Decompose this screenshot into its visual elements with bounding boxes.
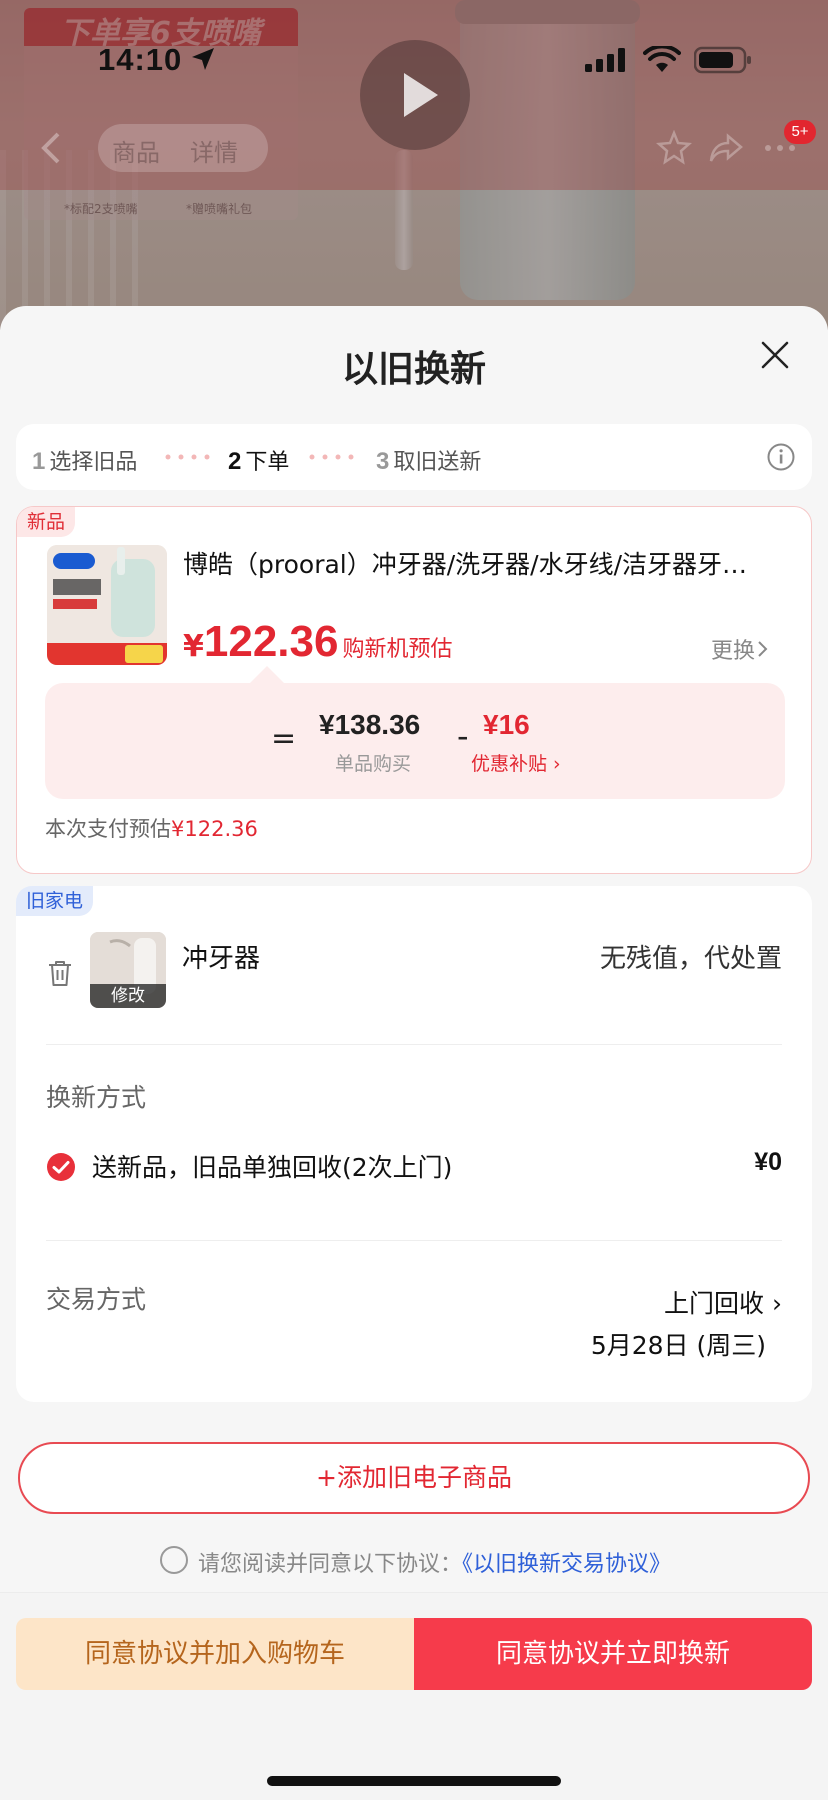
divider (46, 1044, 782, 1045)
old-appliance-value: 无残值，代处置 (599, 944, 782, 974)
home-indicator[interactable] (267, 1776, 561, 1786)
water-flosser-thumbnail-icon (47, 545, 167, 665)
agree-add-to-cart-button[interactable]: 同意协议并加入购物车 (16, 1618, 414, 1690)
wifi-icon (643, 46, 681, 72)
breakdown-caret (250, 666, 284, 700)
video-play-button[interactable] (360, 40, 470, 150)
trade-method-selector[interactable]: 上门回收 › (664, 1284, 782, 1320)
step-1: 1 选择旧品 (32, 448, 138, 475)
info-icon[interactable] (766, 442, 796, 472)
back-arrow-icon (41, 132, 60, 164)
sheet-title: 以旧换新 (341, 349, 486, 390)
new-product-tag: 新品 (17, 507, 76, 537)
chevron-right-icon (758, 641, 768, 657)
change-product-button[interactable]: 更换 (711, 633, 769, 665)
share-icon (709, 133, 743, 162)
agree-exchange-now-button[interactable]: 同意协议并立即换新 (414, 1618, 812, 1690)
payment-estimate-label: 本次支付预估 (45, 817, 171, 841)
add-old-electronics-button[interactable]: +添加旧电子商品 (18, 1442, 810, 1514)
progress-steps: 1 选择旧品 2 下单 3 取旧送新 (16, 424, 812, 490)
equals-sign: = (271, 721, 297, 756)
price-value: 122.36 (203, 617, 339, 666)
step-connector-2 (309, 454, 354, 460)
subsidy-value: ¥16 (483, 709, 530, 740)
checked-circle-icon[interactable] (46, 1152, 76, 1182)
message-badge: 5+ (784, 120, 816, 144)
old-appliance-name: 冲牙器 (182, 944, 261, 974)
trade-in-sheet: 以旧换新 1 选择旧品 2 下单 3 取旧送新 新品 博皓（prooral）冲牙… (0, 306, 828, 1800)
subsidy-link[interactable]: 优惠补贴 › (471, 749, 561, 776)
payment-estimate-value: ¥122.36 (171, 817, 258, 841)
trash-icon[interactable] (46, 958, 74, 988)
new-product-title[interactable]: 博皓（prooral）冲牙器/洗牙器/水牙线/洁牙器牙… (183, 545, 793, 581)
new-product-image[interactable] (47, 545, 167, 665)
agreement-radio[interactable] (160, 1546, 188, 1574)
step-2: 2 下单 (228, 448, 290, 475)
exchange-option-price: ¥0 (754, 1148, 782, 1176)
old-appliance-tag: 旧家电 (16, 886, 94, 916)
new-product-price: ¥122.36 购新机预估 (183, 617, 452, 667)
unit-price-value: ¥138.36 (319, 709, 421, 740)
old-appliance-image[interactable]: 修改 (90, 932, 166, 1008)
price-label: 购新机预估 (342, 637, 453, 662)
payment-estimate: 本次支付预估¥122.36 (45, 813, 258, 843)
price-currency: ¥ (183, 629, 204, 664)
agreement-prompt: 请您阅读并同意以下协议： (198, 1552, 463, 1577)
agreement-link[interactable]: 《以旧换新交易协议》 (462, 1552, 671, 1577)
new-product-card: 新品 博皓（prooral）冲牙器/洗牙器/水牙线/洁牙器牙… ¥122.36 购… (16, 506, 812, 874)
star-icon (656, 130, 692, 165)
status-time: 14:10 (98, 42, 183, 77)
price-breakdown: = ¥138.36 单品购买 - ¥16 优惠补贴 › (45, 666, 785, 799)
exchange-method-label: 换新方式 (46, 1083, 147, 1112)
minus-sign: - (457, 717, 469, 755)
step-connector-1 (165, 454, 210, 460)
agreement-text: 请您阅读并同意以下协议：《以旧换新交易协议》 (198, 1546, 671, 1578)
pickup-date[interactable]: 5月28日 (周三) (591, 1326, 766, 1362)
unit-price-label: 单品购买 (335, 753, 412, 775)
exchange-option-text[interactable]: 送新品，旧品单独回收(2次上门) (92, 1148, 452, 1184)
divider (46, 1240, 782, 1241)
location-arrow-icon (192, 48, 214, 70)
cellular-signal-icon (585, 48, 625, 72)
trade-method-label: 交易方式 (46, 1285, 147, 1314)
close-icon[interactable] (758, 338, 792, 372)
change-product-label: 更换 (711, 639, 756, 664)
nav-tab-detail: 详情 (190, 139, 238, 167)
edit-old-appliance-label: 修改 (90, 984, 166, 1008)
nav-tab-product: 商品 (112, 139, 160, 167)
battery-icon (694, 46, 751, 74)
step-3: 3 取旧送新 (376, 448, 482, 475)
old-appliance-card: 旧家电 修改 冲牙器 无残值，代处置 换新方式 送新品，旧品单独回收(2次上门)… (16, 886, 812, 1402)
